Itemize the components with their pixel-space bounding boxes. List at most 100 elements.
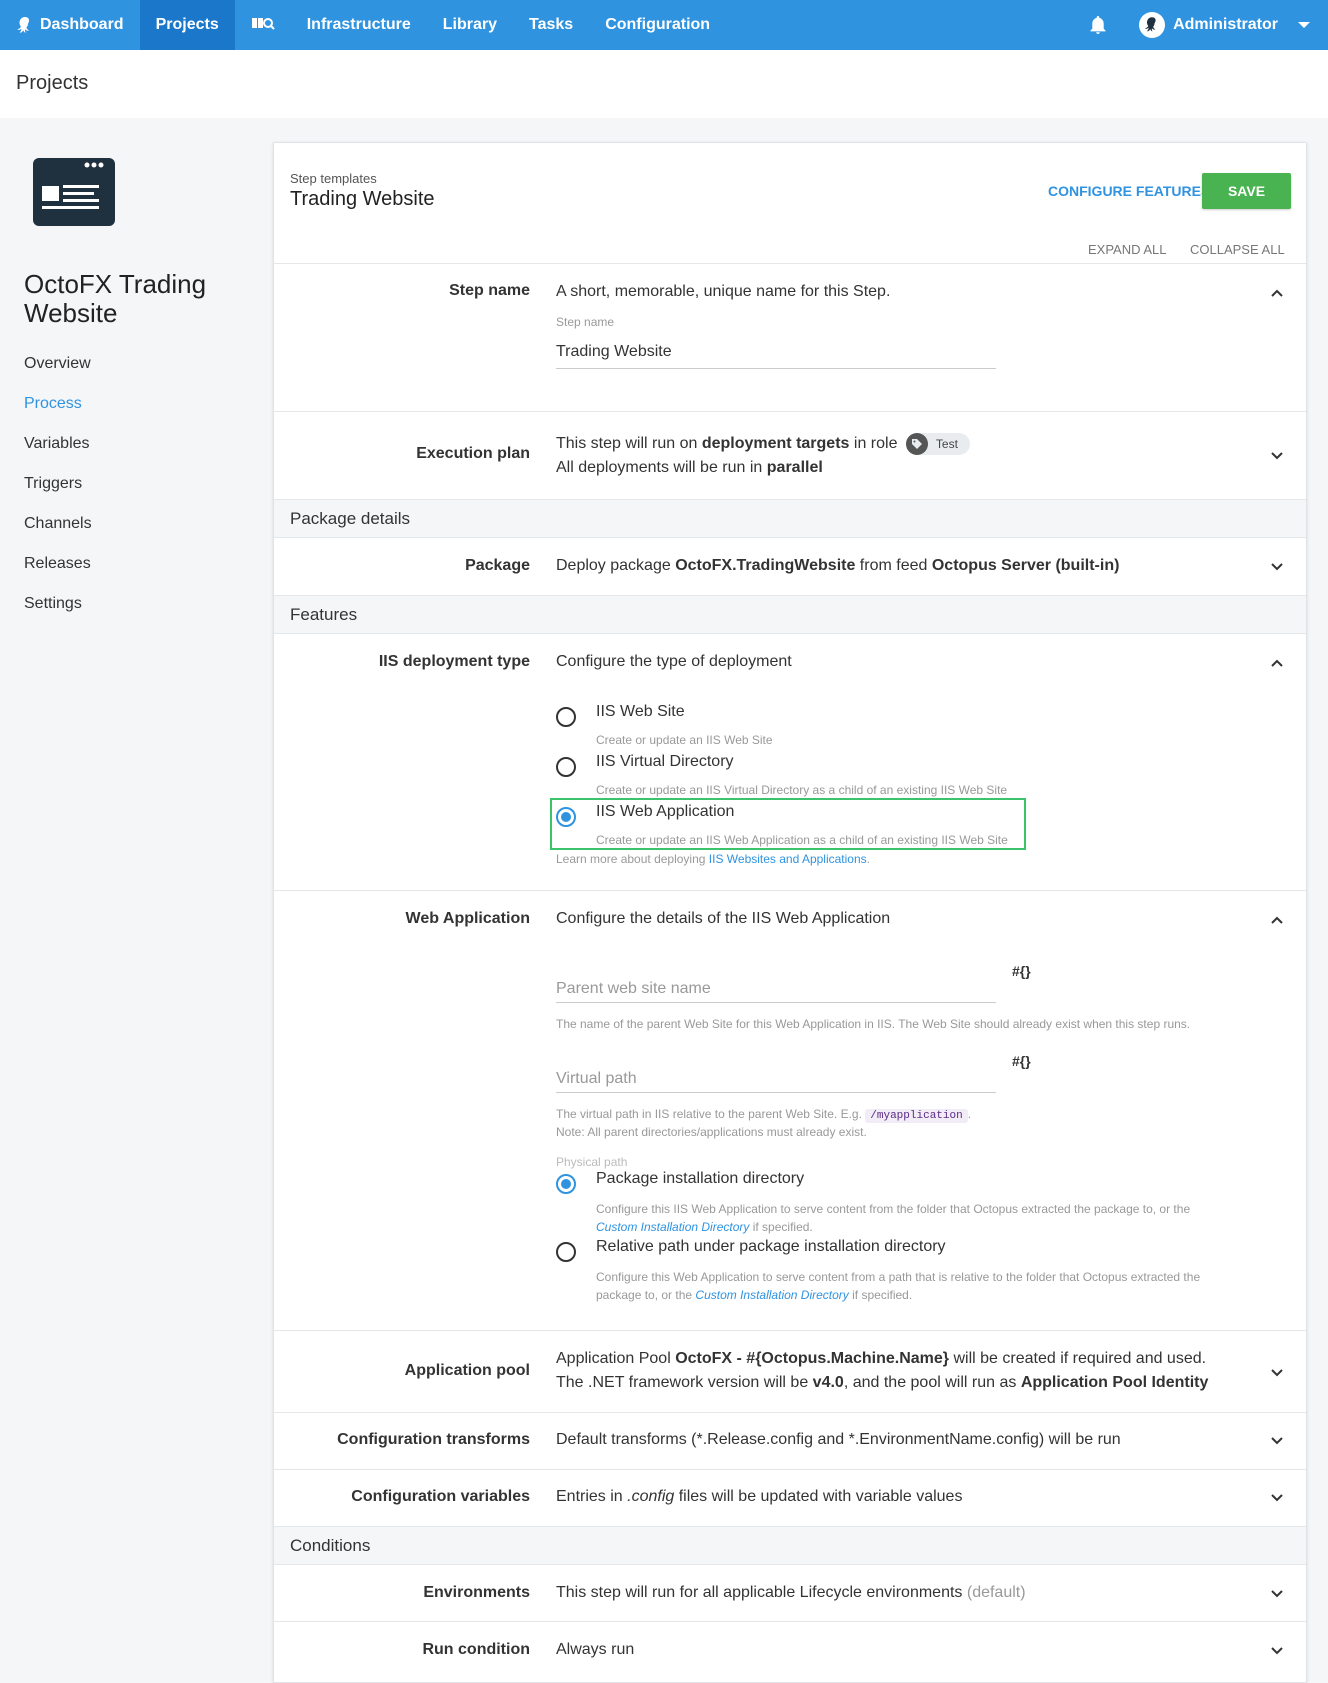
bell-icon[interactable] [1073, 0, 1123, 50]
radio-iis-web-site-label[interactable]: IIS Web Site [596, 703, 685, 721]
environments-default: (default) [966, 1584, 1026, 1601]
config-variables-row: Configuration variables Entries in .conf… [274, 1469, 1306, 1526]
radio-relative-path-label[interactable]: Relative path under package installation… [596, 1238, 946, 1256]
virtual-path-hint-text: The virtual path in IIS relative to the … [556, 1107, 866, 1121]
chevron-up-icon[interactable] [1270, 913, 1284, 927]
sidebar-item-triggers[interactable]: Triggers [24, 464, 92, 504]
radio-package-installation-directory[interactable] [556, 1174, 576, 1194]
search-machines-icon [251, 15, 275, 36]
execution-plan-row: Execution plan This step will run on dep… [274, 411, 1306, 499]
nav-configuration-label: Configuration [605, 16, 711, 33]
chevron-down-icon[interactable] [1270, 1491, 1284, 1505]
sidebar-item-settings[interactable]: Settings [24, 584, 92, 624]
step-editor-card: Step templates Trading Website CONFIGURE… [273, 142, 1307, 1683]
learn-more-end: . [866, 852, 870, 866]
virtual-path-input[interactable]: Virtual path [556, 1070, 996, 1093]
execution-plan-line2: All deployments will be run in parallel [556, 456, 1246, 480]
config-transforms-row: Configuration transforms Default transfo… [274, 1412, 1306, 1469]
variable-insert-icon[interactable]: #{} [1012, 1053, 1031, 1069]
execution-plan-text: This step will run on [556, 435, 702, 452]
radio-package-installation-directory-label[interactable]: Package installation directory [596, 1170, 804, 1188]
relative-path-hint: Configure this Web Application to serve … [596, 1268, 1246, 1304]
section-package-details-title: Package details [290, 509, 411, 528]
config-variables-label: Configuration variables [351, 1488, 530, 1505]
sidebar-item-releases[interactable]: Releases [24, 544, 92, 584]
nav-tasks[interactable]: Tasks [513, 0, 589, 50]
sidebar-item-variables[interactable]: Variables [24, 424, 92, 464]
app-pool-framework: v4.0 [812, 1374, 844, 1391]
user-menu[interactable]: Administrator [1139, 12, 1328, 38]
execution-plan-role-text: in role [849, 435, 898, 452]
chevron-up-icon[interactable] [1270, 286, 1284, 300]
run-condition-summary: Always run [556, 1641, 635, 1658]
package-installation-directory-hint-end: if specified. [749, 1220, 813, 1234]
parent-web-site-hint: The name of the parent Web Site for this… [556, 1017, 1191, 1031]
chevron-down-icon[interactable] [1270, 1644, 1284, 1658]
learn-more-text: Learn more about deploying [556, 852, 709, 866]
package-id: OctoFX.TradingWebsite [675, 557, 856, 574]
sidebar-item-process[interactable]: Process [24, 384, 92, 424]
save-button[interactable]: SAVE [1202, 173, 1291, 209]
section-features-title: Features [290, 605, 358, 624]
package-label: Package [465, 557, 530, 574]
learn-more-link[interactable]: IIS Websites and Applications [709, 852, 867, 866]
physical-path-label: Physical path [556, 1155, 628, 1169]
chevron-up-icon[interactable] [1270, 656, 1284, 670]
nav-infrastructure-label: Infrastructure [306, 16, 411, 33]
custom-installation-directory-link[interactable]: Custom Installation Directory [695, 1288, 848, 1302]
execution-plan-parallel-text: All deployments will be run in [556, 459, 767, 476]
virtual-path-example: /myapplication [865, 1109, 968, 1123]
role-tag: Test [905, 432, 970, 455]
config-variables-ext: .config [627, 1488, 675, 1505]
expand-all-button[interactable]: EXPAND ALL [1088, 242, 1167, 257]
chevron-down-icon[interactable] [1270, 1434, 1284, 1448]
execution-plan-line1: This step will run on deployment targets… [556, 432, 1246, 456]
configure-features-button[interactable]: CONFIGURE FEATURES [1036, 173, 1222, 209]
virtual-path-note: Note: All parent directories/application… [556, 1125, 867, 1139]
project-menu: Overview Process Variables Triggers Chan… [24, 344, 92, 624]
package-feed: Octopus Server (built-in) [931, 557, 1120, 574]
chevron-down-icon [1298, 22, 1310, 28]
breadcrumb[interactable]: Step templates [290, 171, 377, 186]
custom-installation-directory-link[interactable]: Custom Installation Directory [596, 1220, 749, 1234]
sidebar-item-overview[interactable]: Overview [24, 344, 92, 384]
chevron-down-icon[interactable] [1270, 1587, 1284, 1601]
app-pool-identity: Application Pool Identity [1020, 1374, 1209, 1391]
parent-web-site-input[interactable]: Parent web site name [556, 980, 996, 1003]
chevron-down-icon[interactable] [1270, 560, 1284, 574]
application-pool-row: Application pool Application Pool OctoFX… [274, 1330, 1306, 1412]
nav-infrastructure[interactable]: Infrastructure [291, 0, 427, 50]
radio-iis-web-application-label[interactable]: IIS Web Application [596, 803, 734, 821]
radio-iis-virtual-directory-hint: Create or update an IIS Virtual Director… [596, 783, 1008, 797]
nav-dashboard[interactable]: Dashboard [0, 0, 140, 50]
step-name-field: Step name Trading Website [556, 310, 1246, 369]
environments-summary: This step will run for all applicable Li… [556, 1581, 1246, 1605]
run-condition-label: Run condition [422, 1641, 530, 1658]
nav-search-button[interactable] [235, 0, 291, 50]
run-condition-row: Run condition Always run [274, 1621, 1306, 1678]
nav-configuration[interactable]: Configuration [589, 0, 726, 50]
nav-library[interactable]: Library [427, 0, 513, 50]
environments-row: Environments This step will run for all … [274, 1564, 1306, 1621]
variable-insert-icon[interactable]: #{} [1012, 963, 1031, 979]
step-name-input[interactable]: Trading Website [556, 340, 996, 369]
relative-path-hint-text: Configure this Web Application to serve … [596, 1270, 1201, 1284]
sidebar-item-channels[interactable]: Channels [24, 504, 92, 544]
step-name-description: A short, memorable, unique name for this… [556, 283, 891, 300]
radio-iis-virtual-directory-label[interactable]: IIS Virtual Directory [596, 753, 734, 771]
radio-iis-web-application[interactable] [556, 807, 576, 827]
chevron-down-icon[interactable] [1270, 449, 1284, 463]
package-installation-directory-hint-text: Configure this IIS Web Application to se… [596, 1202, 1191, 1216]
step-name-label: Step name [449, 282, 530, 299]
nav-projects[interactable]: Projects [139, 0, 235, 50]
config-variables-text-c: files will be updated with variable valu… [674, 1488, 963, 1505]
relative-path-hint-text2: package to, or the [596, 1288, 696, 1302]
radio-iis-web-site[interactable] [556, 707, 576, 727]
role-tag-label: Test [935, 436, 958, 451]
radio-relative-path[interactable] [556, 1242, 576, 1262]
chevron-down-icon[interactable] [1270, 1366, 1284, 1380]
environments-label: Environments [423, 1584, 530, 1601]
tag-icon [905, 432, 928, 455]
collapse-all-button[interactable]: COLLAPSE ALL [1190, 242, 1285, 257]
radio-iis-virtual-directory[interactable] [556, 757, 576, 777]
